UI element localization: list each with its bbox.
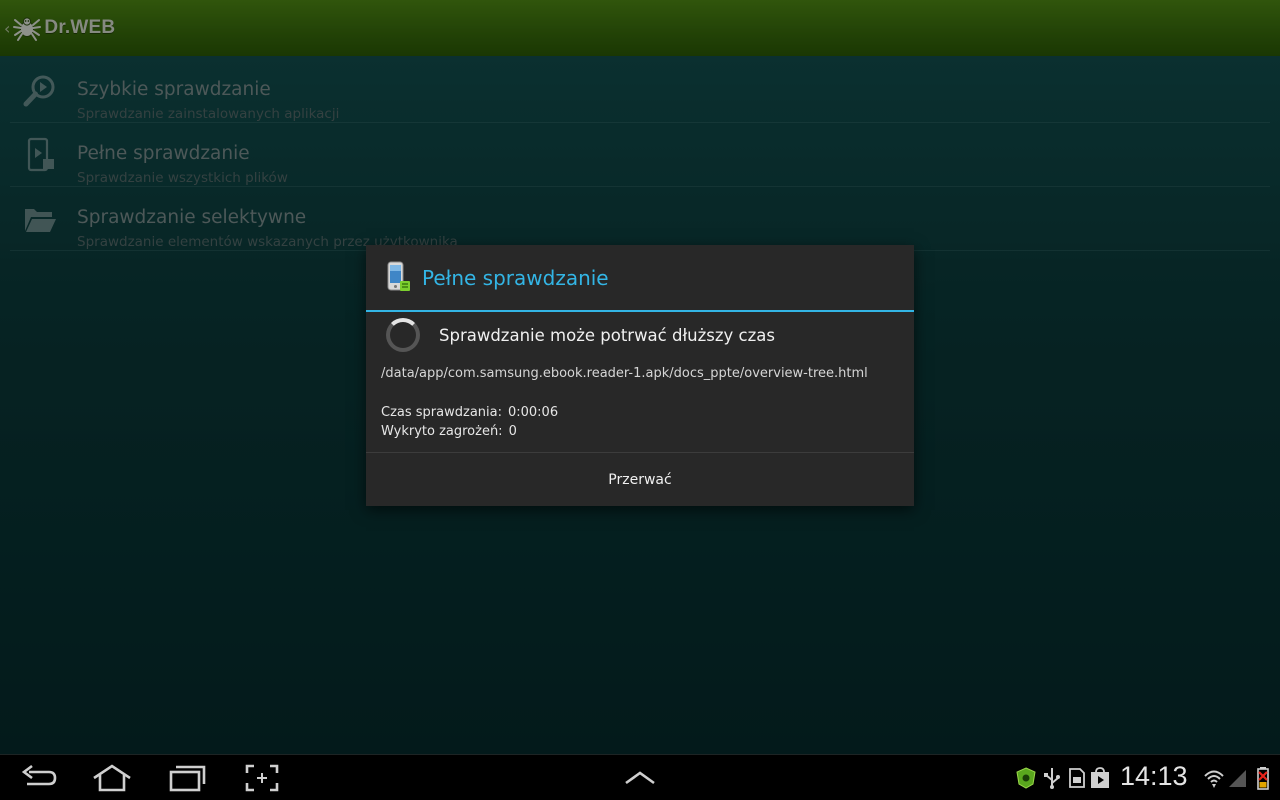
wifi-icon <box>1204 770 1224 788</box>
nav-home-button[interactable] <box>90 763 134 793</box>
drweb-tray-status[interactable] <box>1015 766 1037 790</box>
stat-value: 0 <box>508 424 517 439</box>
battery-charging-icon <box>1257 767 1269 790</box>
current-file-path: /data/app/com.samsung.ebook.reader-1.apk… <box>381 366 868 381</box>
nav-show-panel-button[interactable] <box>618 763 662 793</box>
full-scan-dialog: Pełne sprawdzanie Sprawdzanie może potrw… <box>366 245 914 506</box>
chevron-up-icon <box>625 771 655 785</box>
signal-tray-status <box>1227 766 1249 790</box>
dialog-header: Pełne sprawdzanie <box>366 245 914 312</box>
scan-time-row: Czas sprawdzania: 0:00:06 <box>381 405 558 420</box>
nav-recent-apps-button[interactable] <box>165 763 209 793</box>
usb-icon <box>1044 768 1060 789</box>
usb-tray-status <box>1041 766 1063 790</box>
home-icon <box>93 764 131 792</box>
dialog-title: Pełne sprawdzanie <box>422 266 609 290</box>
back-icon <box>21 764 57 786</box>
nav-screenshot-button[interactable] <box>240 763 284 793</box>
threats-found-row: Wykryto zagrożeń: 0 <box>381 424 517 439</box>
stat-label: Wykryto zagrożeń: <box>381 424 503 439</box>
battery-tray-status <box>1253 766 1275 790</box>
progress-spinner-icon <box>386 318 420 352</box>
clock[interactable]: 14:13 <box>1120 761 1188 792</box>
drweb-shield-icon <box>1016 767 1036 789</box>
system-bar: 14:13 <box>0 754 1280 800</box>
sd-card-icon <box>1069 768 1085 788</box>
sd-card-tray-status <box>1065 766 1087 790</box>
play-store-tray-status <box>1089 766 1111 790</box>
recent-apps-icon <box>169 765 206 792</box>
dialog-button-bar: Przerwać <box>366 452 914 507</box>
play-store-icon <box>1091 767 1109 788</box>
abort-button[interactable]: Przerwać <box>366 453 914 507</box>
stat-label: Czas sprawdzania: <box>381 405 502 420</box>
screenshot-icon <box>245 764 279 792</box>
signal-icon <box>1229 770 1246 787</box>
wifi-tray-status <box>1203 766 1225 790</box>
screen: ‹ Dr.WEB Szybkie sprawdzanie Sprawdzanie <box>0 0 1280 800</box>
nav-back-button[interactable] <box>17 763 61 793</box>
dialog-message: Sprawdzanie może potrwać dłuższy czas <box>439 326 775 345</box>
stat-value: 0:00:06 <box>507 405 559 420</box>
phone-scan-icon <box>387 261 410 291</box>
